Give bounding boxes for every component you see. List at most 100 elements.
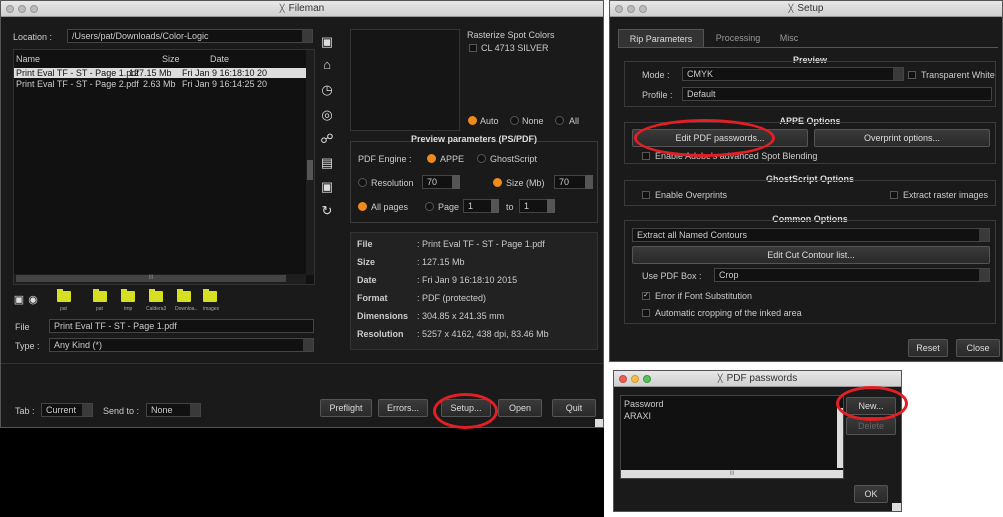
contours-dropdown[interactable]: Extract all Named Contours [632,228,990,242]
auto-crop-label: Automatic cropping of the inked area [655,308,802,318]
minimize-dot[interactable] [18,5,26,13]
column-header-date[interactable]: Date [210,54,229,64]
quit-button[interactable]: Quit [552,399,596,417]
spot-color-checkbox[interactable] [469,44,477,52]
size-stepper[interactable] [585,175,593,189]
spot-auto-radio[interactable] [468,116,477,125]
camera-icon[interactable]: ▣ [320,179,334,195]
enable-overprints-label: Enable Overprints [655,190,728,200]
password-list[interactable]: Password ARAXI III [620,395,844,479]
profile-field[interactable]: Default [682,87,992,101]
open-button[interactable]: Open [498,399,542,417]
zoom-dot[interactable] [639,5,647,13]
transparent-white-checkbox[interactable] [908,71,916,79]
column-header-name[interactable]: Name [16,54,40,64]
network-icon[interactable]: ☍ [320,131,334,147]
type-label: Type : [15,341,40,351]
file-row-selected[interactable]: Print Eval TF - ST - Page 1.pdf 127.15 M… [14,68,310,78]
vertical-scrollbar[interactable] [306,50,314,275]
folder-icon[interactable] [149,289,163,302]
disc-icon[interactable]: ◎ [320,107,334,123]
new-folder-icon[interactable]: ▣ [320,34,334,50]
folder-label: Downloa.. [175,306,198,312]
folder-icon[interactable] [57,289,71,302]
file-list[interactable]: Name Size Date Print Eval TF - ST - Page… [13,49,315,285]
all-pages-radio[interactable] [358,202,367,211]
tab-rip-parameters[interactable]: Rip Parameters [618,29,704,47]
spot-blending-checkbox[interactable] [642,152,650,160]
preflight-button[interactable]: Preflight [320,399,372,417]
tab-label: Tab : [15,406,35,416]
page-from-stepper[interactable] [491,199,499,213]
ok-button[interactable]: OK [854,485,888,503]
enable-overprints-checkbox[interactable] [642,191,650,199]
engine-appe-radio[interactable] [427,154,436,163]
extract-raster-checkbox[interactable] [890,191,898,199]
setup-titlebar[interactable]: Setup [610,1,1002,17]
pdf-box-label: Use PDF Box : [642,271,702,281]
rasterize-label: Rasterize Spot Colors [467,30,555,40]
overprint-options-button[interactable]: Overprint options... [814,129,990,147]
drive-icon[interactable]: ◉ [26,293,40,306]
vertical-scrollbar[interactable] [837,408,843,468]
computer-icon[interactable]: ▣ [12,293,26,306]
folder-icon[interactable] [203,289,217,302]
password-column-header[interactable]: Password [624,399,664,409]
size-radio[interactable] [493,178,502,187]
file-size: 2.63 Mb [143,79,176,89]
highlight-circle [836,386,908,421]
send-to-dropdown[interactable]: None [146,403,201,417]
close-dot[interactable] [615,5,623,13]
folder-icon[interactable] [177,289,191,302]
horizontal-scrollbar[interactable]: III [621,470,843,478]
fileman-window: Fileman Location : /Users/pat/Downloads/… [0,0,604,428]
folder-icon[interactable] [121,289,135,302]
minimize-dot[interactable] [631,375,639,383]
horizontal-scrollbar[interactable]: III [14,274,306,284]
tab-misc[interactable]: Misc [772,29,806,47]
passwords-titlebar[interactable]: PDF passwords [614,371,901,387]
highlight-circle [433,393,498,429]
column-header-size[interactable]: Size [162,54,180,64]
resolution-label: Resolution [371,178,414,188]
mode-label: Mode : [642,70,670,80]
errors-button[interactable]: Errors... [378,399,428,417]
zoom-dot[interactable] [643,375,651,383]
refresh-icon[interactable]: ↻ [320,203,334,219]
tab-dropdown[interactable]: Current [41,403,93,417]
history-icon[interactable]: ◷ [320,82,334,98]
mode-dropdown[interactable]: CMYK [682,67,904,81]
resize-grip[interactable] [892,503,901,511]
resize-grip[interactable] [595,419,603,427]
close-button[interactable]: Close [956,339,1000,357]
display-icon[interactable]: ▤ [320,155,334,171]
edit-cut-contour-button[interactable]: Edit Cut Contour list... [632,246,990,264]
transparent-white-label: Transparent White [921,70,995,80]
folder-icon[interactable] [93,289,107,302]
send-to-label: Send to : [103,406,140,416]
close-dot[interactable] [6,5,14,13]
spot-all-radio[interactable] [555,116,564,125]
home-icon[interactable]: ⌂ [320,57,334,72]
location-dropdown[interactable]: /Users/pat/Downloads/Color-Logic [67,29,313,43]
spot-none-radio[interactable] [510,116,519,125]
fileman-titlebar[interactable]: Fileman [1,1,603,17]
type-dropdown[interactable]: Any Kind (*) [49,338,314,352]
file-name-field[interactable]: Print Eval TF - ST - Page 1.pdf [49,319,314,333]
file-row[interactable]: Print Eval TF - ST - Page 2.pdf 2.63 Mb … [14,79,310,89]
zoom-dot[interactable] [30,5,38,13]
resolution-stepper[interactable] [452,175,460,189]
engine-ghostscript-radio[interactable] [477,154,486,163]
tab-processing[interactable]: Processing [706,29,770,47]
close-dot[interactable] [619,375,627,383]
engine-appe-label: APPE [440,154,465,164]
reset-button[interactable]: Reset [908,339,948,357]
error-font-checkbox[interactable]: ✓ [642,292,650,300]
pdf-box-dropdown[interactable]: Crop [714,268,990,282]
minimize-dot[interactable] [627,5,635,13]
page-to-stepper[interactable] [547,199,555,213]
auto-crop-checkbox[interactable] [642,309,650,317]
password-item[interactable]: ARAXI [624,411,651,421]
resolution-radio[interactable] [358,178,367,187]
page-range-radio[interactable] [425,202,434,211]
